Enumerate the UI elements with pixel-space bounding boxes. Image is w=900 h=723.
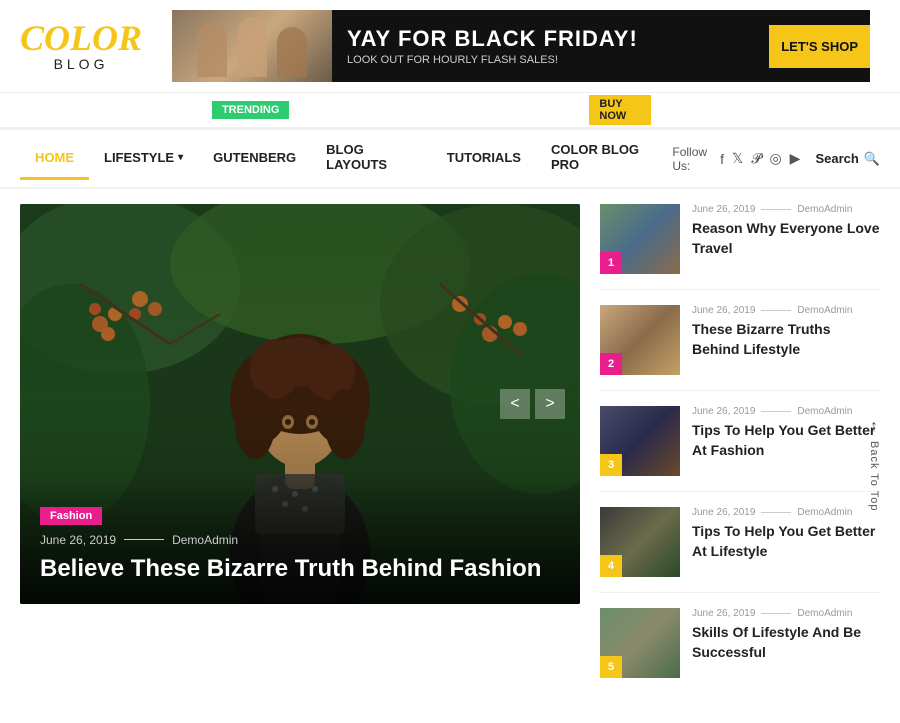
sidebar-item[interactable]: 4 June 26, 2019 DemoAdmin Tips To Help Y… — [600, 507, 880, 593]
logo-color-text: COLOR — [20, 20, 142, 56]
sidebar-item-content: June 26, 2019 DemoAdmin Tips To Help You… — [692, 406, 880, 476]
sidebar-item-content: June 26, 2019 DemoAdmin Tips To Help You… — [692, 507, 880, 577]
nav-item-color-blog-pro[interactable]: COLOR BLOG PRO — [536, 130, 672, 187]
site-logo[interactable]: COLOR BLOG — [20, 20, 142, 72]
sidebar-title: Reason Why Everyone Love Travel — [692, 219, 880, 258]
search-button[interactable]: Search 🔍 — [815, 151, 880, 167]
facebook-icon[interactable]: f — [720, 151, 724, 167]
hero-meta: June 26, 2019 DemoAdmin — [40, 533, 560, 547]
main-content: < > Fashion June 26, 2019 DemoAdmin Beli… — [0, 189, 900, 723]
sidebar-meta: June 26, 2019 DemoAdmin — [692, 608, 880, 619]
sidebar-meta: June 26, 2019 DemoAdmin — [692, 406, 880, 417]
sidebar-author: DemoAdmin — [797, 608, 852, 619]
back-to-top-button[interactable]: ↑ Back To Top — [856, 418, 892, 512]
sidebar-thumb: 2 — [600, 305, 680, 375]
meta-divider — [761, 209, 791, 210]
hero-overlay: Fashion June 26, 2019 DemoAdmin Believe … — [20, 476, 580, 604]
banner-title: YAY FOR BLACK FRIDAY! — [347, 26, 754, 52]
sidebar: 1 June 26, 2019 DemoAdmin Reason Why Eve… — [600, 204, 880, 708]
sidebar-thumb: 3 — [600, 406, 680, 476]
follow-label: Follow Us: — [672, 145, 712, 173]
sidebar-author: DemoAdmin — [797, 507, 852, 518]
buy-now-badge[interactable]: BUY NOW — [589, 95, 650, 125]
sidebar-item-content: June 26, 2019 DemoAdmin Skills Of Lifest… — [692, 608, 880, 678]
sidebar-meta: June 26, 2019 DemoAdmin — [692, 305, 880, 316]
banner-image — [172, 10, 332, 82]
hero-slider: < > Fashion June 26, 2019 DemoAdmin Beli… — [20, 204, 580, 604]
hero-date: June 26, 2019 — [40, 533, 116, 547]
twitter-icon[interactable]: 𝕏 — [732, 150, 743, 167]
sidebar-thumb: 1 — [600, 204, 680, 274]
nav-item-home[interactable]: HOME — [20, 138, 89, 180]
hero-controls: < > — [500, 389, 565, 419]
hero-author: DemoAdmin — [172, 533, 238, 547]
hero-category[interactable]: Fashion — [40, 507, 102, 525]
sidebar-thumb: 5 — [600, 608, 680, 678]
search-label: Search — [815, 151, 858, 166]
sidebar-number: 2 — [600, 353, 622, 375]
sidebar-title: Tips To Help You Get Better At Fashion — [692, 421, 880, 460]
sidebar-title: Tips To Help You Get Better At Lifestyle — [692, 522, 880, 561]
search-icon: 🔍 — [864, 151, 880, 167]
sidebar-item[interactable]: 1 June 26, 2019 DemoAdmin Reason Why Eve… — [600, 204, 880, 290]
hero-meta-divider — [124, 539, 164, 540]
meta-divider — [761, 310, 791, 311]
sidebar-author: DemoAdmin — [797, 305, 852, 316]
chevron-down-icon: ▾ — [178, 152, 183, 163]
hero-next-button[interactable]: > — [535, 389, 565, 419]
nav-bar: HOME LIFESTYLE ▾ GUTENBERG BLOG LAYOUTS … — [0, 130, 900, 189]
sidebar-title: These Bizarre Truths Behind Lifestyle — [692, 320, 880, 359]
sidebar-title: Skills Of Lifestyle And Be Successful — [692, 623, 880, 662]
banner-text: YAY FOR BLACK FRIDAY! LOOK OUT FOR HOURL… — [332, 16, 769, 76]
sidebar-number: 1 — [600, 252, 622, 274]
sidebar-number: 5 — [600, 656, 622, 678]
instagram-icon[interactable]: ◎ — [769, 150, 781, 167]
pinterest-icon[interactable]: 𝓟 — [751, 150, 761, 167]
sidebar-number: 4 — [600, 555, 622, 577]
sidebar-meta: June 26, 2019 DemoAdmin — [692, 507, 880, 518]
youtube-icon[interactable]: ▶ — [790, 150, 801, 167]
hero-title: Believe These Bizarre Truth Behind Fashi… — [40, 553, 560, 584]
hero-prev-button[interactable]: < — [500, 389, 530, 419]
sidebar-date: June 26, 2019 — [692, 204, 755, 215]
sidebar-date: June 26, 2019 — [692, 305, 755, 316]
sidebar-number: 3 — [600, 454, 622, 476]
back-to-top-label: Back To Top — [868, 441, 880, 512]
banner-subtitle: LOOK OUT FOR HOURLY FLASH SALES! — [347, 54, 754, 66]
trending-badge: TRENDING — [212, 101, 289, 119]
sidebar-item[interactable]: 3 June 26, 2019 DemoAdmin Tips To Help Y… — [600, 406, 880, 492]
trending-bar: TRENDING BUY NOW — [0, 93, 900, 130]
sidebar-date: June 26, 2019 — [692, 507, 755, 518]
nav-item-gutenberg[interactable]: GUTENBERG — [198, 138, 311, 180]
logo-blog-text: BLOG — [54, 56, 109, 72]
nav-item-blog-layouts[interactable]: BLOG LAYOUTS — [311, 130, 432, 187]
arrow-up-icon: ↑ — [870, 418, 878, 436]
sidebar-date: June 26, 2019 — [692, 608, 755, 619]
follow-us: Follow Us: f 𝕏 𝓟 ◎ ▶ — [672, 145, 800, 173]
meta-divider — [761, 411, 791, 412]
header: COLOR BLOG YAY FOR BLACK FRIDAY! LOOK OU… — [0, 0, 900, 93]
sidebar-date: June 26, 2019 — [692, 406, 755, 417]
sidebar-item-content: June 26, 2019 DemoAdmin These Bizarre Tr… — [692, 305, 880, 375]
sidebar-meta: June 26, 2019 DemoAdmin — [692, 204, 880, 215]
nav-item-lifestyle[interactable]: LIFESTYLE ▾ — [89, 138, 198, 180]
meta-divider — [761, 613, 791, 614]
meta-divider — [761, 512, 791, 513]
sidebar-item[interactable]: 2 June 26, 2019 DemoAdmin These Bizarre … — [600, 305, 880, 391]
sidebar-item[interactable]: 5 June 26, 2019 DemoAdmin Skills Of Life… — [600, 608, 880, 693]
banner-button[interactable]: LET'S SHOP — [769, 25, 870, 68]
nav-item-tutorials[interactable]: TUTORIALS — [432, 138, 536, 180]
sidebar-item-content: June 26, 2019 DemoAdmin Reason Why Every… — [692, 204, 880, 274]
sidebar-author: DemoAdmin — [797, 406, 852, 417]
sidebar-thumb: 4 — [600, 507, 680, 577]
sidebar-author: DemoAdmin — [797, 204, 852, 215]
banner-ad: YAY FOR BLACK FRIDAY! LOOK OUT FOR HOURL… — [172, 10, 870, 82]
